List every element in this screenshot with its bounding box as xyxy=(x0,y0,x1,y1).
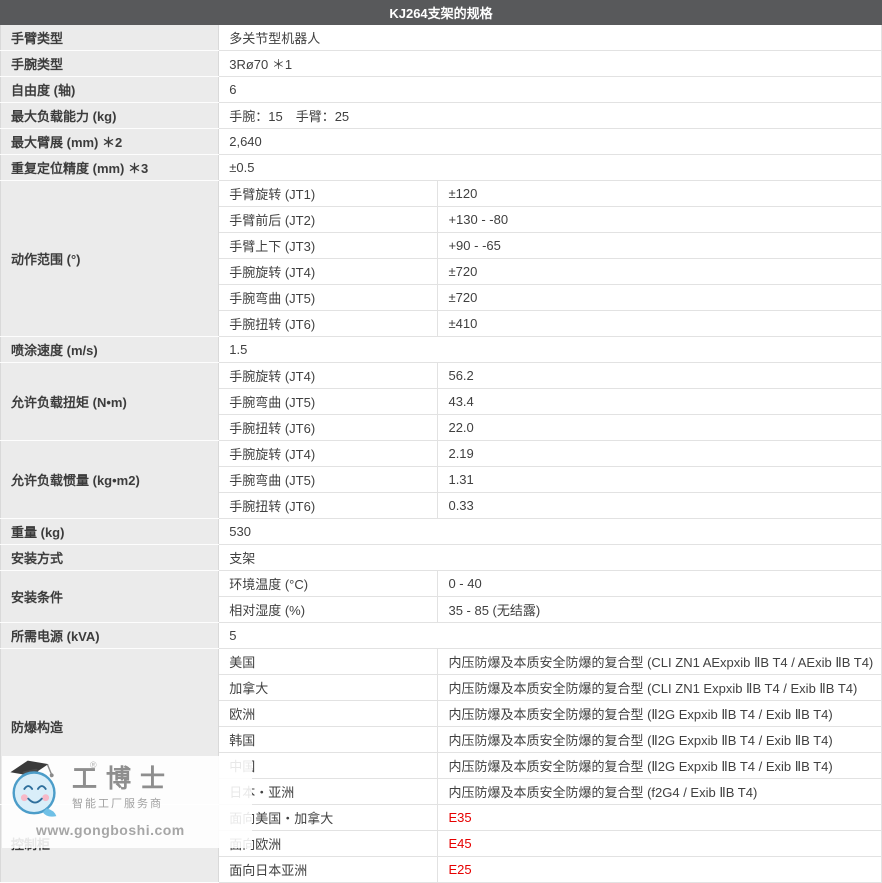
row-value: ±720 xyxy=(438,285,882,311)
controller-model-value: E25 xyxy=(438,857,882,883)
row-value: 5 xyxy=(219,623,882,649)
row-label: 安装方式 xyxy=(1,545,219,571)
row-label: 动作范围 (°) xyxy=(1,181,219,337)
sub-label: 手腕旋转 (JT4) xyxy=(219,441,438,467)
row-value: 内压防爆及本质安全防爆的复合型 (Ⅱ2G Expxib ⅡB T4 / Exib… xyxy=(438,727,882,753)
table-row: 所需电源 (kVA) 5 xyxy=(1,623,882,649)
row-label: 手臂类型 xyxy=(1,25,219,51)
sub-label: 手腕扭转 (JT6) xyxy=(219,311,438,337)
sub-label: 手臂前后 (JT2) xyxy=(219,207,438,233)
sub-label: 加拿大 xyxy=(219,675,438,701)
table-row: 安装方式 支架 xyxy=(1,545,882,571)
row-label: 重量 (kg) xyxy=(1,519,219,545)
table-row: 重量 (kg) 530 xyxy=(1,519,882,545)
table-row: 喷涂速度 (m/s) 1.5 xyxy=(1,337,882,363)
row-value: 530 xyxy=(219,519,882,545)
row-label: 所需电源 (kVA) xyxy=(1,623,219,649)
sub-label: 相对湿度 (%) xyxy=(219,597,438,623)
sub-label: 日本・亚洲 xyxy=(219,779,438,805)
row-label: 允许负载扭矩 (N•m) xyxy=(1,363,219,441)
sub-label: 手腕弯曲 (JT5) xyxy=(219,285,438,311)
sub-label: 面向欧洲 xyxy=(219,831,438,857)
sub-label: 环境温度 (°C) xyxy=(219,571,438,597)
table-row: 允许负载扭矩 (N•m) 手腕旋转 (JT4) 56.2 xyxy=(1,363,882,389)
sub-label: 中国 xyxy=(219,753,438,779)
row-value: 43.4 xyxy=(438,389,882,415)
sub-label: 手腕弯曲 (JT5) xyxy=(219,389,438,415)
row-label: 自由度 (轴) xyxy=(1,77,219,103)
table-title-row: KJ264支架的规格 xyxy=(1,1,882,25)
row-value: 2.19 xyxy=(438,441,882,467)
table-row: 动作范围 (°) 手臂旋转 (JT1) ±120 xyxy=(1,181,882,207)
row-value: ±410 xyxy=(438,311,882,337)
page-title: KJ264支架的规格 xyxy=(1,1,882,25)
table-row: 最大负载能力 (kg) 手腕：15 手臂：25 xyxy=(1,103,882,129)
row-label: 最大负载能力 (kg) xyxy=(1,103,219,129)
row-value: 0 - 40 xyxy=(438,571,882,597)
sub-label: 美国 xyxy=(219,649,438,675)
table-row: 最大臂展 (mm) ＊2 2,640 xyxy=(1,129,882,155)
controller-model-value: E45 xyxy=(438,831,882,857)
controller-model-value: E35 xyxy=(438,805,882,831)
row-value: 内压防爆及本质安全防爆的复合型 (Ⅱ2G Expxib ⅡB T4 / Exib… xyxy=(438,753,882,779)
row-label: 允许负载惯量 (kg•m2) xyxy=(1,441,219,519)
spec-table: KJ264支架的规格 手臂类型 多关节型机器人 手腕类型 3Rø70 ＊1 自由… xyxy=(0,0,882,883)
row-value: 35 - 85 (无结露) xyxy=(438,597,882,623)
row-value: 6 xyxy=(219,77,882,103)
row-value: +130 - -80 xyxy=(438,207,882,233)
sub-label: 面向美国・加拿大 xyxy=(219,805,438,831)
sub-label: 手臂旋转 (JT1) xyxy=(219,181,438,207)
table-row: 安装条件 环境温度 (°C) 0 - 40 xyxy=(1,571,882,597)
sub-label: 手腕弯曲 (JT5) xyxy=(219,467,438,493)
row-label: 喷涂速度 (m/s) xyxy=(1,337,219,363)
table-row: 手腕类型 3Rø70 ＊1 xyxy=(1,51,882,77)
sub-label: 手腕旋转 (JT4) xyxy=(219,259,438,285)
row-value: 2,640 xyxy=(219,129,882,155)
sub-label: 手臂上下 (JT3) xyxy=(219,233,438,259)
row-value: 1.5 xyxy=(219,337,882,363)
row-value: 1.31 xyxy=(438,467,882,493)
sub-label: 手腕扭转 (JT6) xyxy=(219,493,438,519)
row-value: 22.0 xyxy=(438,415,882,441)
table-row: 重复定位精度 (mm) ＊3 ±0.5 xyxy=(1,155,882,181)
spec-page: KJ264支架的规格 手臂类型 多关节型机器人 手腕类型 3Rø70 ＊1 自由… xyxy=(0,0,882,851)
row-value: 内压防爆及本质安全防爆的复合型 (f2G4 / Exib ⅡB T4) xyxy=(438,779,882,805)
table-row: 手臂类型 多关节型机器人 xyxy=(1,25,882,51)
row-label: 安装条件 xyxy=(1,571,219,623)
row-value: 内压防爆及本质安全防爆的复合型 (CLI ZN1 AExpxib ⅡB T4 /… xyxy=(438,649,882,675)
table-row: 防爆构造 美国 内压防爆及本质安全防爆的复合型 (CLI ZN1 AExpxib… xyxy=(1,649,882,675)
table-row: 控制柜 面向美国・加拿大 E35 xyxy=(1,805,882,831)
row-value: 内压防爆及本质安全防爆的复合型 (Ⅱ2G Expxib ⅡB T4 / Exib… xyxy=(438,701,882,727)
row-label: 重复定位精度 (mm) ＊3 xyxy=(1,155,219,181)
row-value: 0.33 xyxy=(438,493,882,519)
row-value: ±0.5 xyxy=(219,155,882,181)
sub-label: 手腕扭转 (JT6) xyxy=(219,415,438,441)
sub-label: 面向日本亚洲 xyxy=(219,857,438,883)
row-value: ±720 xyxy=(438,259,882,285)
row-value: 手腕：15 手臂：25 xyxy=(219,103,882,129)
table-row: 允许负载惯量 (kg•m2) 手腕旋转 (JT4) 2.19 xyxy=(1,441,882,467)
row-value: 支架 xyxy=(219,545,882,571)
row-value: 3Rø70 ＊1 xyxy=(219,51,882,77)
table-row: 自由度 (轴) 6 xyxy=(1,77,882,103)
row-label: 防爆构造 xyxy=(1,649,219,805)
row-label: 控制柜 xyxy=(1,805,219,883)
sub-label: 欧洲 xyxy=(219,701,438,727)
row-value: +90 - -65 xyxy=(438,233,882,259)
row-value: 多关节型机器人 xyxy=(219,25,882,51)
sub-label: 手腕旋转 (JT4) xyxy=(219,363,438,389)
sub-label: 韩国 xyxy=(219,727,438,753)
row-label: 手腕类型 xyxy=(1,51,219,77)
row-value: 内压防爆及本质安全防爆的复合型 (CLI ZN1 Expxib ⅡB T4 / … xyxy=(438,675,882,701)
row-value: 56.2 xyxy=(438,363,882,389)
row-label: 最大臂展 (mm) ＊2 xyxy=(1,129,219,155)
row-value: ±120 xyxy=(438,181,882,207)
